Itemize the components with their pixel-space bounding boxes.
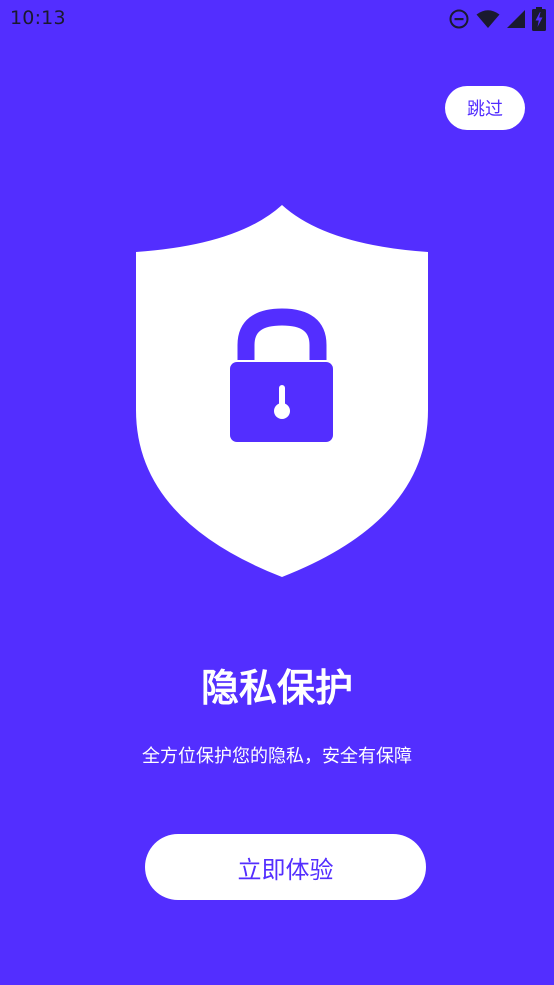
status-icons — [448, 7, 546, 31]
try-now-button[interactable]: 立即体验 — [145, 834, 426, 900]
page-title: 隐私保护 — [200, 666, 353, 710]
cellular-signal-icon — [506, 9, 526, 29]
shield-lock-icon — [136, 205, 428, 577]
wifi-icon — [476, 9, 500, 29]
status-bar: 10:13 — [0, 0, 554, 38]
skip-button[interactable]: 跳过 — [445, 86, 525, 130]
do-not-disturb-icon — [448, 8, 470, 30]
status-time: 10:13 — [10, 7, 66, 29]
battery-charging-icon — [532, 7, 546, 31]
page-subtitle: 全方位保护您的隐私，安全有保障 — [142, 746, 412, 767]
